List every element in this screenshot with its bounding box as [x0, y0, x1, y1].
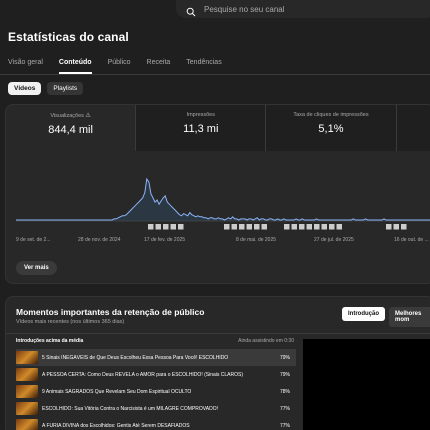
retention-percent: 79% — [279, 371, 290, 378]
table-row[interactable]: A FÚRIA DIVINA dos Escolhidos: Gentis At… — [16, 417, 296, 430]
video-thumbnail — [16, 351, 38, 364]
video-thumbnail — [16, 385, 38, 398]
tab-overview[interactable]: Visão geral — [8, 59, 43, 74]
page-title: Estatísticas do canal — [8, 30, 129, 44]
tab-content[interactable]: Conteúdo — [58, 59, 92, 74]
upload-marker — [314, 224, 320, 230]
upload-marker — [163, 224, 169, 230]
metric-ctr-label: Taxa de cliques de impressões — [293, 112, 369, 118]
chip-playlists[interactable]: Playlists — [47, 82, 84, 95]
retention-subtitle: Vídeos mais recentes (nos últimos 365 di… — [16, 319, 125, 325]
metric-impressions-value: 11,3 mi — [183, 123, 219, 135]
video-title: A FÚRIA DIVINA dos Escolhidos: Gentis At… — [42, 422, 190, 429]
upload-marker — [178, 224, 184, 230]
upload-marker — [261, 224, 267, 230]
series-area — [16, 179, 430, 221]
upload-marker — [386, 224, 392, 230]
intro-button[interactable]: Introdução — [342, 307, 385, 321]
metric-impressions[interactable]: Impressões 11,3 mi — [136, 105, 267, 151]
warning-icon: ⚠ — [85, 113, 91, 119]
x-tick-label: 17 de fev. de 2025 — [144, 237, 185, 243]
retention-percent: 78% — [279, 388, 290, 395]
upload-marker — [148, 224, 154, 230]
video-title: 9 Animais SAGRADOS Que Revelam Seu Dom E… — [42, 388, 192, 395]
upload-marker — [254, 224, 260, 230]
retention-percent: 77% — [279, 422, 290, 429]
video-title: A PESSOA CERTA: Como Deus REVELA o AMOR … — [42, 371, 243, 378]
video-thumbnail — [16, 368, 38, 381]
chip-videos[interactable]: Vídeos — [8, 82, 42, 95]
upload-marker — [284, 224, 290, 230]
video-preview[interactable] — [303, 339, 430, 430]
table-row[interactable]: A PESSOA CERTA: Como Deus REVELA o AMOR … — [16, 366, 296, 383]
x-tick-label: 8 de mai. de 2025 — [236, 237, 276, 243]
metric-label: Visualizações ⚠ — [6, 112, 135, 119]
see-more-button[interactable]: Ver mais — [16, 261, 57, 275]
upload-marker — [239, 224, 245, 230]
metric-impressions-label: Impressões — [186, 112, 215, 118]
tab-trends[interactable]: Tendências — [186, 59, 221, 74]
upload-marker — [321, 224, 327, 230]
search-input[interactable]: Pesquise no seu canal — [204, 5, 285, 14]
metric-extra[interactable] — [396, 105, 430, 151]
metrics-card: Visualizações ⚠ 844,4 mil Impressões 11,… — [5, 104, 430, 284]
tab-revenue[interactable]: Receita — [147, 59, 171, 74]
header-left: Introduções acima da média — [16, 338, 84, 344]
best-moments-button[interactable]: Melhores mom — [389, 307, 430, 327]
x-tick-label: 28 de nov. de 2024 — [78, 237, 121, 243]
retention-list: 5 Sinais INEGÁVEIS de Que Deus Escolheu … — [16, 349, 296, 430]
header-right: Ainda assistindo em 0:30 — [238, 338, 294, 344]
table-row[interactable]: ESCOLHIDO: Sua Vitória Contra o Narcisis… — [16, 400, 296, 417]
video-title: 5 Sinais INEGÁVEIS de Que Deus Escolheu … — [42, 354, 229, 361]
upload-marker — [336, 224, 342, 230]
content-type-chips: Vídeos Playlists — [8, 82, 89, 95]
tab-audience[interactable]: Público — [108, 59, 131, 74]
top-bar: Pesquise no seu canal — [0, 0, 430, 20]
retention-percent: 79% — [279, 354, 290, 361]
metric-views-label: Visualizações — [50, 113, 84, 119]
upload-marker — [155, 224, 161, 230]
retention-card: Momentos importantes da retenção de públ… — [5, 296, 430, 430]
upload-marker — [306, 224, 312, 230]
search-icon[interactable] — [186, 4, 196, 17]
upload-marker — [246, 224, 252, 230]
upload-marker — [401, 224, 407, 230]
divider — [6, 333, 430, 334]
metric-views[interactable]: Visualizações ⚠ 844,4 mil — [6, 105, 137, 151]
retention-percent: 77% — [279, 405, 290, 412]
upload-marker — [170, 224, 176, 230]
upload-marker — [231, 224, 237, 230]
upload-marker — [224, 224, 230, 230]
metric-views-value: 844,4 mil — [48, 124, 93, 136]
table-row[interactable]: 5 Sinais INEGÁVEIS de Que Deus Escolheu … — [16, 349, 296, 366]
upload-marker — [393, 224, 399, 230]
retention-title: Momentos importantes da retenção de públ… — [16, 307, 205, 317]
table-header: Introduções acima da média Ainda assisti… — [16, 338, 294, 344]
x-tick-label: 16 de out. de ... — [394, 237, 429, 243]
upload-marker — [299, 224, 305, 230]
divider — [0, 74, 430, 75]
upload-marker — [329, 224, 335, 230]
table-row[interactable]: 9 Animais SAGRADOS Que Revelam Seu Dom E… — [16, 383, 296, 400]
upload-marker — [291, 224, 297, 230]
video-thumbnail — [16, 402, 38, 415]
tab-bar: Visão geral Conteúdo Público Receita Ten… — [8, 59, 238, 74]
series-line — [16, 177, 430, 221]
video-title: ESCOLHIDO: Sua Vitória Contra o Narcisis… — [42, 405, 218, 412]
x-tick-label: 9 de set. de 2... — [16, 237, 50, 243]
x-tick-label: 27 de jul. de 2025 — [314, 237, 354, 243]
metrics-row: Visualizações ⚠ 844,4 mil Impressões 11,… — [6, 105, 430, 151]
video-thumbnail — [16, 419, 38, 430]
metric-ctr-value: 5,1% — [318, 123, 344, 135]
search-box[interactable]: Pesquise no seu canal — [176, 0, 430, 18]
metric-ctr[interactable]: Taxa de cliques de impressões 5,1% — [266, 105, 397, 151]
views-line-chart[interactable]: 9 de set. de 2... 28 de nov. de 2024 17 de… — [6, 153, 430, 253]
